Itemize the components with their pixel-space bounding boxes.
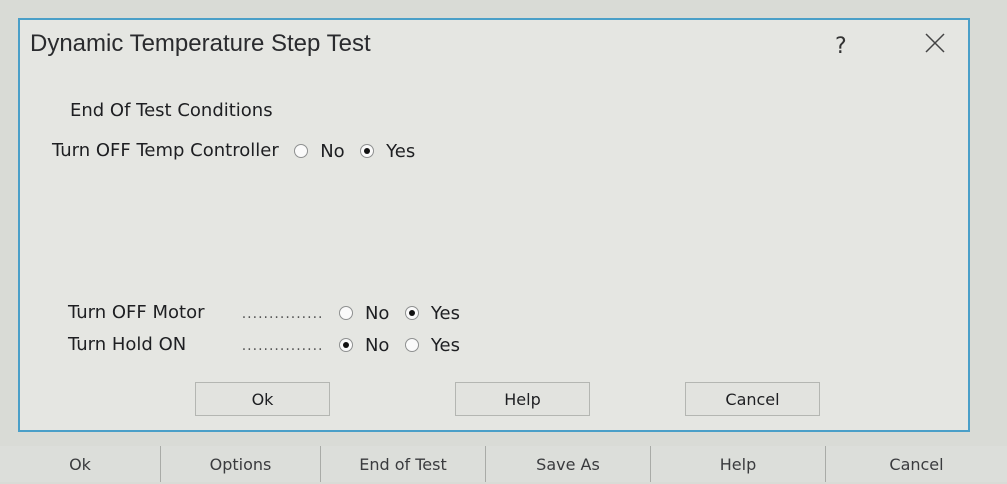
hold-yes-radio[interactable] — [405, 338, 420, 352]
bottom-button-bar: Ok Options End of Test Save As Help Canc… — [0, 446, 1007, 482]
bar-help-button[interactable]: Help — [650, 446, 825, 482]
option-row-motor: Turn OFF Motor ............... No Yes — [68, 302, 460, 324]
section-heading: End Of Test Conditions — [70, 100, 273, 121]
temp-controller-no-label[interactable]: No — [320, 141, 344, 162]
help-question-icon[interactable]: ? — [835, 34, 847, 59]
bar-ok-button[interactable]: Ok — [0, 446, 160, 482]
help-button[interactable]: Help — [455, 382, 590, 416]
temp-controller-yes-label[interactable]: Yes — [386, 141, 415, 162]
hold-no-radio[interactable] — [339, 338, 354, 352]
option-label: Turn OFF Temp Controller — [52, 140, 279, 161]
cancel-button[interactable]: Cancel — [685, 382, 820, 416]
option-label: Turn OFF Motor — [68, 302, 205, 323]
option-label: Turn Hold ON — [68, 334, 187, 355]
dialog-titlebar[interactable]: Dynamic Temperature Step Test ? — [20, 20, 968, 72]
bar-cancel-button[interactable]: Cancel — [825, 446, 1007, 482]
motor-yes-label[interactable]: Yes — [431, 303, 460, 324]
close-icon[interactable] — [920, 28, 950, 58]
motor-no-radio[interactable] — [339, 306, 354, 320]
option-row-hold: Turn Hold ON ............... No Yes — [68, 334, 460, 356]
temp-controller-no-radio[interactable] — [294, 144, 309, 158]
label-leader: ............... — [241, 338, 324, 354]
bar-options-button[interactable]: Options — [160, 446, 320, 482]
hold-yes-label[interactable]: Yes — [431, 335, 460, 356]
label-leader: ............... — [241, 306, 324, 322]
dialog-title: Dynamic Temperature Step Test — [30, 30, 371, 57]
end-of-test-dialog: Dynamic Temperature Step Test ? End Of T… — [18, 18, 970, 432]
motor-yes-radio[interactable] — [405, 306, 420, 320]
temp-controller-yes-radio[interactable] — [360, 144, 375, 158]
bar-end-of-test-button[interactable]: End of Test — [320, 446, 485, 482]
option-row-temp-controller: Turn OFF Temp Controller No Yes — [52, 140, 415, 162]
bar-save-as-button[interactable]: Save As — [485, 446, 650, 482]
hold-no-label[interactable]: No — [365, 335, 389, 356]
ok-button[interactable]: Ok — [195, 382, 330, 416]
motor-no-label[interactable]: No — [365, 303, 389, 324]
